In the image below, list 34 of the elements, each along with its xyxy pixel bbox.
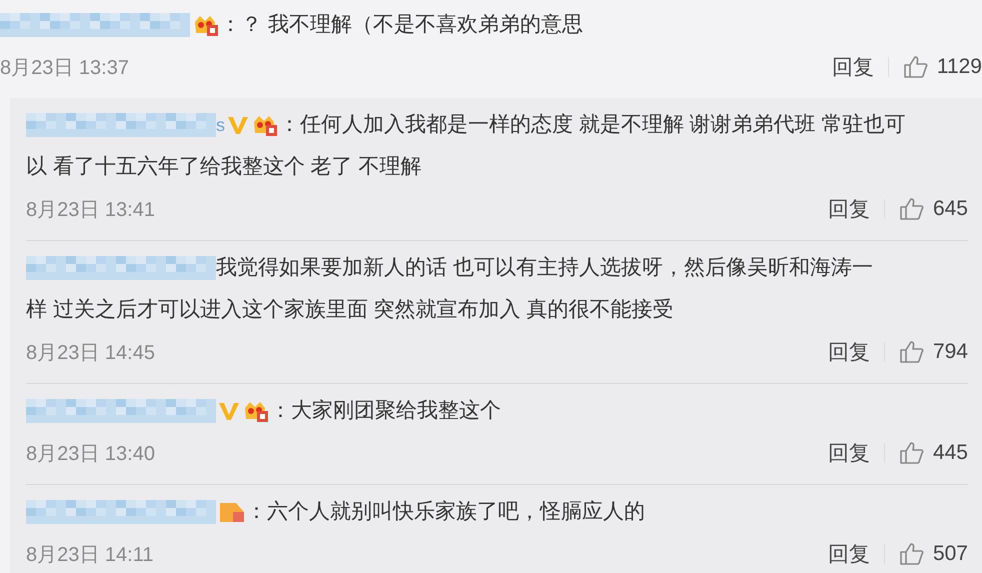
like-count: 507: [932, 542, 968, 566]
comment-text: ：大家刚团聚给我整这个: [270, 398, 501, 424]
reply-link[interactable]: 回复: [828, 338, 870, 366]
crown-badge-icon: [251, 113, 279, 137]
thumbs-up-icon[interactable]: [902, 55, 929, 79]
thumbs-up-icon[interactable]: [898, 340, 925, 364]
crown-badge-icon: [192, 13, 220, 37]
like-count: 1129: [936, 55, 982, 79]
reply-link[interactable]: 回复: [828, 195, 870, 223]
crown-badge-icon: [242, 399, 270, 423]
thumbs-up-icon[interactable]: [898, 441, 925, 465]
comment-text: ：任何人加入我都是一样的态度 就是不理解 谢谢弟弟代班 常驻也可: [279, 112, 906, 138]
reply-link[interactable]: 回复: [828, 439, 870, 467]
comment-text: 以 看了十五六年了给我整这个 老了 不理解: [26, 154, 422, 180]
comment-time: 8月23日 14:45: [26, 340, 155, 366]
comment-text: 样 过关之后才可以进入这个家族里面 突然就宣布加入 真的很不能接受: [26, 297, 674, 323]
comment-time: 8月23日 13:41: [26, 198, 155, 222]
username-fragment: s: [216, 114, 225, 137]
verified-badge-icon: [218, 400, 240, 422]
comment-time: 8月23日 14:11: [26, 542, 154, 568]
comment-time: 8月23日 13:37: [0, 56, 129, 80]
like-count: 794: [932, 340, 968, 364]
reply-link[interactable]: 回复: [832, 53, 874, 81]
comment-time: 8月23日 13:40: [26, 442, 155, 466]
like-count: 445: [932, 441, 968, 465]
like-count: 645: [932, 197, 968, 221]
reply-link[interactable]: 回复: [828, 540, 870, 568]
comment-text: ：？ 我不理解（不是不喜欢弟弟的意思: [220, 12, 583, 38]
comment-text: 我觉得如果要加新人的话 也可以有主持人选拔呀，然后像吴昕和海涛一: [216, 255, 873, 281]
thumbs-up-icon[interactable]: [898, 197, 925, 221]
comment-text: ：六个人就别叫快乐家族了吧，怪膈应人的: [246, 499, 645, 525]
member-badge-icon: [218, 500, 246, 524]
thumbs-up-icon[interactable]: [898, 542, 925, 566]
verified-badge-icon: [227, 114, 249, 136]
